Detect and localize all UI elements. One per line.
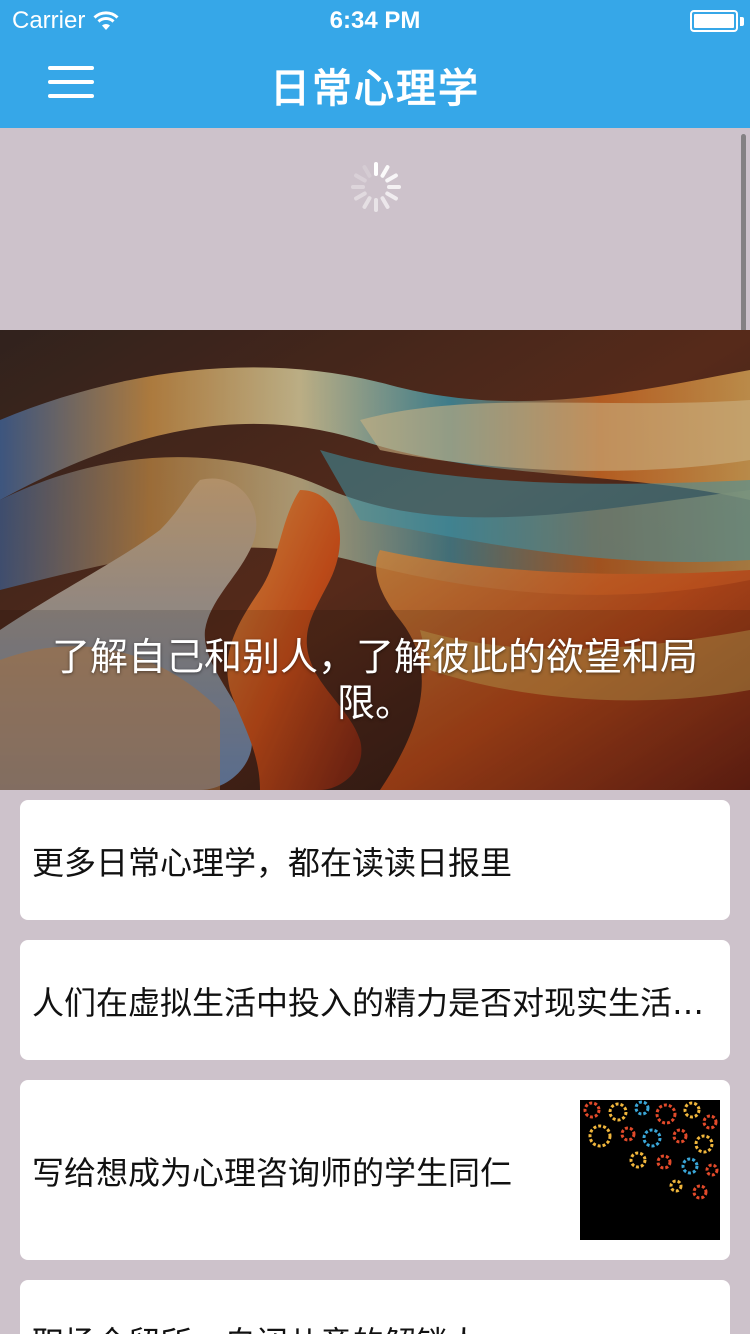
page-title: 日常心理学: [270, 66, 480, 112]
status-time: 6:34 PM: [329, 7, 421, 34]
battery-tip: [740, 17, 744, 26]
loading-area: [0, 128, 750, 330]
battery-icon: [690, 10, 738, 32]
article-card[interactable]: 更多日常心理学，都在读读日报里: [20, 800, 730, 920]
hero-caption: 了解自己和别人，了解彼此的欲望和局限。: [51, 635, 698, 725]
article-title: 更多日常心理学，都在读读日报里: [32, 844, 513, 882]
app-header: Carrier 6:34 PM 日常心理学: [0, 0, 750, 128]
loading-spinner-icon: [351, 162, 401, 212]
article-card[interactable]: 职场全留所，自闭儿童的解锁人: [20, 1280, 730, 1334]
article-title: 写给想成为心理咨询师的学生同仁: [32, 1154, 513, 1192]
article-card[interactable]: 人们在虚拟生活中投入的精力是否对现实生活造成影响: [20, 940, 730, 1060]
hero-banner[interactable]: 了解自己和别人，了解彼此的欲望和局限。: [0, 330, 750, 790]
status-bar: Carrier 6:34 PM: [0, 0, 750, 40]
scroll-indicator[interactable]: [741, 134, 746, 362]
article-thumbnail: [580, 1100, 720, 1240]
article-card[interactable]: 写给想成为心理咨询师的学生同仁: [20, 1080, 730, 1260]
article-title: 职场全留所，自闭儿童的解锁人: [32, 1318, 712, 1334]
article-title: 人们在虚拟生活中投入的精力是否对现实生活造成影响: [32, 984, 712, 1022]
